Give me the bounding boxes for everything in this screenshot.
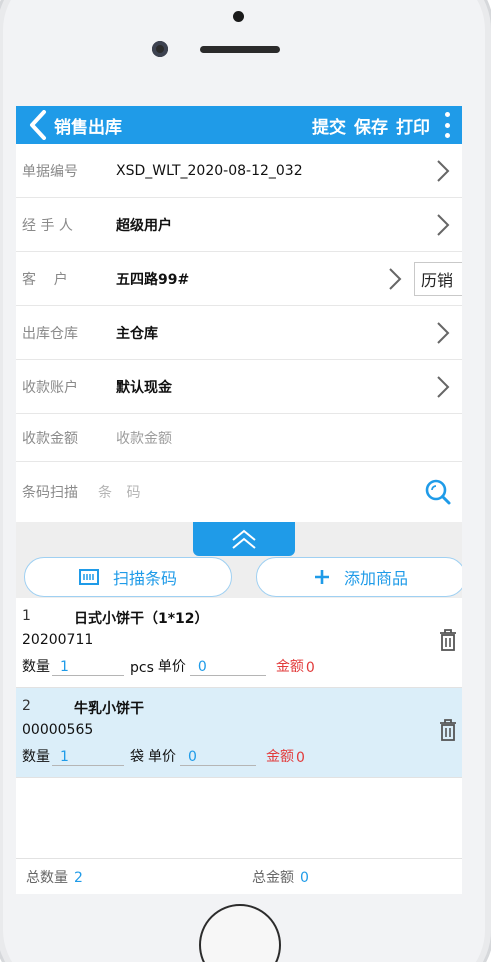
chevron-right-icon[interactable] — [384, 266, 406, 292]
qty-label: 数量 — [22, 749, 50, 765]
total-amount-value: 0 — [300, 869, 309, 886]
account-row[interactable]: 收款账户 默认现金 — [16, 360, 462, 414]
total-amount-label: 总金额 — [252, 869, 294, 886]
barcode-scan-label: 条码扫描 — [22, 485, 78, 501]
submit-button[interactable]: 提交 — [312, 113, 346, 138]
amount-row: 收款金额 收款金额 — [16, 414, 462, 462]
total-quantity-label: 总数量 — [26, 869, 68, 886]
page-title: 销售出库 — [54, 117, 122, 138]
scan-barcode-button[interactable]: 扫描条码 — [24, 557, 232, 597]
search-icon[interactable] — [424, 478, 452, 506]
more-vertical-icon[interactable] — [440, 112, 454, 138]
add-product-label: 添加商品 — [343, 569, 408, 588]
amount-value: 0 — [305, 660, 315, 676]
collapse-tab[interactable] — [193, 522, 295, 556]
qty-input[interactable]: 1 — [52, 749, 124, 766]
warehouse-row[interactable]: 出库仓库 主仓库 — [16, 306, 462, 360]
chevron-right-icon[interactable] — [432, 374, 454, 400]
doc-number-row[interactable]: 单据编号 XSD_WLT_2020-08-12_032 — [16, 144, 462, 198]
amount-label: 金额 — [266, 749, 294, 765]
qty-input[interactable]: 1 — [52, 659, 124, 676]
price-label: 单价 — [157, 659, 186, 675]
handler-value: 超级用户 — [116, 217, 172, 234]
chevron-right-icon[interactable] — [432, 320, 454, 346]
plus-icon — [314, 569, 330, 585]
item-index: 2 — [22, 698, 31, 714]
app-bar-actions: 提交 保存 打印 — [304, 106, 454, 144]
add-product-button[interactable]: 添加商品 — [256, 557, 462, 597]
item-name: 牛乳小饼干 — [74, 701, 144, 717]
amount-value: 0 — [296, 750, 305, 766]
account-label: 收款账户 — [22, 379, 78, 396]
app-bar: 销售出库 提交 保存 打印 — [16, 106, 462, 144]
handler-label: 经 手 人 — [22, 217, 73, 234]
amount-input[interactable]: 收款金额 — [116, 428, 172, 448]
list-item[interactable]: 1 日式小饼干（1*12） 20200711 数量 1 pcs 单价 0 金额 … — [16, 598, 462, 688]
total-quantity-value: 2 — [74, 869, 83, 886]
price-label: 单价 — [148, 749, 176, 765]
total-quantity: 总数量 2 — [26, 867, 83, 887]
trash-icon[interactable] — [438, 718, 458, 742]
save-button[interactable]: 保存 — [354, 113, 388, 138]
sales-history-button[interactable]: 历销 — [414, 262, 462, 296]
front-sensor — [233, 11, 244, 22]
barcode-input[interactable]: 条 码 — [98, 482, 145, 502]
unit-label: pcs — [130, 660, 154, 676]
item-index: 1 — [22, 608, 31, 624]
front-camera — [152, 41, 168, 57]
warehouse-label: 出库仓库 — [22, 325, 78, 342]
barcode-icon — [78, 569, 99, 585]
print-button[interactable]: 打印 — [396, 113, 430, 138]
customer-label: 客 户 — [22, 271, 68, 288]
customer-value: 五四路99# — [116, 271, 190, 288]
scan-barcode-label: 扫描条码 — [112, 569, 177, 588]
warehouse-value: 主仓库 — [116, 325, 158, 342]
price-input[interactable]: 0 — [189, 659, 266, 676]
account-value: 默认现金 — [116, 379, 172, 396]
double-chevron-up-icon — [232, 529, 256, 549]
totals-footer: 总数量 2 总金额 0 — [16, 858, 462, 894]
amount-label: 收款金额 — [22, 430, 78, 447]
qty-label: 数量 — [22, 659, 50, 675]
customer-row[interactable]: 客 户 五四路99# 历销 — [16, 252, 462, 306]
chevron-right-icon[interactable] — [432, 212, 454, 238]
barcode-scan-row: 条码扫描 条 码 — [16, 462, 462, 522]
amount-label: 金额 — [275, 659, 304, 675]
doc-number-value: XSD_WLT_2020-08-12_032 — [116, 162, 303, 179]
app-screen: 销售出库 提交 保存 打印 单据编号 XSD_WLT_2020-08-12_03… — [16, 106, 462, 894]
unit-label: 袋 — [130, 749, 144, 765]
doc-number-label: 单据编号 — [22, 163, 78, 180]
chevron-right-icon[interactable] — [432, 158, 454, 184]
back-arrow-icon[interactable] — [24, 106, 52, 144]
list-item-selected[interactable]: 2 牛乳小饼干 00000565 数量 1 袋 单价 0 金额 0 — [16, 688, 462, 778]
earpiece-speaker — [200, 46, 280, 53]
price-input[interactable]: 0 — [180, 749, 256, 766]
item-code: 00000565 — [22, 722, 94, 738]
trash-icon[interactable] — [438, 628, 458, 652]
action-band: 扫描条码 添加商品 — [16, 522, 462, 598]
item-code: 20200711 — [22, 632, 94, 648]
handler-row[interactable]: 经 手 人 超级用户 — [16, 198, 462, 252]
total-amount: 总金额 0 — [252, 867, 309, 887]
item-name: 日式小饼干（1*12） — [74, 611, 209, 627]
